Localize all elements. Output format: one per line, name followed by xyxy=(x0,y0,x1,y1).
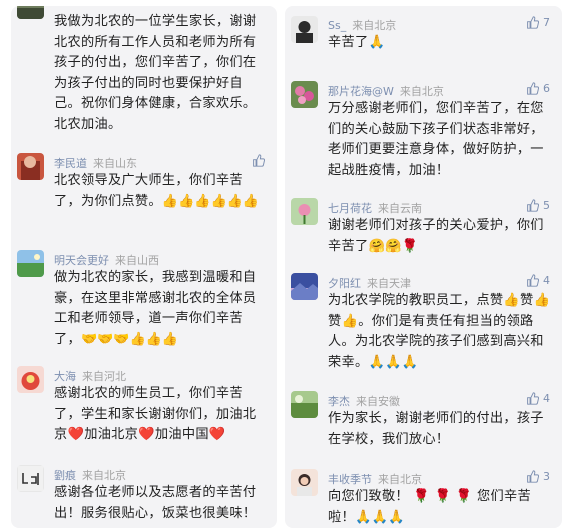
like-button[interactable]: 4 xyxy=(526,392,550,405)
like-button[interactable]: 5 xyxy=(526,199,550,212)
like-button[interactable]: 3 xyxy=(526,470,550,483)
avatar[interactable] xyxy=(291,273,318,300)
comment-text: 感谢北农的师生员工，你们辛苦了，学生和家长谢谢你们，加油北京❤️加油北京❤️加油… xyxy=(54,386,257,442)
author-name[interactable]: Ss_ xyxy=(328,19,346,32)
comment-text: 辛苦了🙏 xyxy=(328,35,386,50)
avatar[interactable] xyxy=(17,465,44,492)
like-button[interactable]: 7 xyxy=(526,16,550,29)
emoji-group: 👍👍👍👍👍👍 xyxy=(161,193,260,209)
author-location: 来自北京 xyxy=(82,469,126,482)
avatar[interactable] xyxy=(17,153,44,180)
thumb-up-icon xyxy=(527,16,539,29)
like-count: 7 xyxy=(543,16,550,29)
comment-text: 谢谢老师们对孩子的关心爱护，你们辛苦了🤗🤗🌹 xyxy=(328,218,544,254)
avatar[interactable] xyxy=(291,469,318,496)
author-location: 来自云南 xyxy=(378,202,422,215)
comment-text: 万分感谢老师们，您们辛苦了，在您们的关心鼓励下孩子们状态非常好，老师们更要注意身… xyxy=(328,101,544,178)
author-name[interactable]: 劉痕 xyxy=(54,469,76,482)
comment-text: 感谢各位老师以及志愿者的辛苦付出！服务很贴心，饭菜也很美味！ xyxy=(54,485,257,521)
comment-column-right: Ss_ 来自北京 7 辛苦了🙏 那片花海@W 来自北京 6 万分感谢老师们，您们辛苦… xyxy=(285,6,562,528)
author-name[interactable]: 丰收季节 xyxy=(328,473,372,486)
author-location: 来自北京 xyxy=(399,85,444,98)
emoji-group: 🤝🤝🤝👍👍👍 xyxy=(80,331,179,347)
author-location: 来自山东 xyxy=(93,157,137,170)
thumb-up-icon xyxy=(253,154,265,167)
thumb-up-icon xyxy=(527,82,539,95)
thumb-up-icon xyxy=(527,199,539,212)
comment-text: 作为家长，谢谢老师们的付出，孩子在学校，我们放心！ xyxy=(328,411,544,447)
author-name[interactable]: 那片花海@W xyxy=(328,85,394,98)
comment-author[interactable]: 七月荷花 来自云南 xyxy=(328,200,422,216)
comment-text: 向您们致敬！ 🌹 🌹 🌹 您们辛苦啦！🙏🙏🙏 xyxy=(328,489,532,525)
author-name[interactable]: 大海 xyxy=(54,370,76,383)
comment-author[interactable]: 劉痕 来自北京 xyxy=(54,467,126,483)
author-name[interactable]: 七月荷花 xyxy=(328,202,372,215)
author-name[interactable]: 李民道 xyxy=(54,157,87,170)
avatar[interactable] xyxy=(291,198,318,225)
comment-text: 做为北农的家长，我感到温暖和自豪，在这里非常感谢北农的全体员工和老师领导，道一声… xyxy=(54,270,257,347)
like-count: 4 xyxy=(543,274,550,287)
comment-text: 我做为北农的一位学生家长，谢谢北农的所有工作人员和老师为所有孩子的付出，您们辛苦… xyxy=(54,14,257,132)
avatar[interactable] xyxy=(17,250,44,277)
like-button[interactable] xyxy=(252,154,265,167)
avatar[interactable] xyxy=(291,391,318,418)
thumb-up-icon xyxy=(527,470,539,483)
author-location: 来自天津 xyxy=(367,277,411,290)
comment-author[interactable]: 那片花海@W 来自北京 xyxy=(328,83,444,99)
thumb-up-icon xyxy=(527,392,539,405)
like-button[interactable]: 4 xyxy=(526,274,550,287)
thumb-up-icon xyxy=(527,274,539,287)
avatar[interactable] xyxy=(17,366,44,393)
avatar[interactable] xyxy=(291,16,318,43)
like-count: 6 xyxy=(543,82,550,95)
author-location: 来自山西 xyxy=(115,254,159,267)
like-button[interactable]: 6 xyxy=(526,82,550,95)
comment-column-left: 我做为北农的一位学生家长，谢谢北农的所有工作人员和老师为所有孩子的付出，您们辛苦… xyxy=(11,6,277,528)
comment-author[interactable]: 李民道 来自山东 xyxy=(54,155,137,171)
comment-author[interactable]: 明天会更好 来自山西 xyxy=(54,252,159,268)
author-name[interactable]: 明天会更好 xyxy=(54,254,109,267)
comment-author[interactable]: 大海 来自河北 xyxy=(54,368,126,384)
author-location: 来自河北 xyxy=(82,370,126,383)
author-location: 来自北京 xyxy=(378,473,422,486)
like-count: 4 xyxy=(543,392,550,405)
comment-author[interactable]: Ss_ 来自北京 xyxy=(328,17,396,33)
comment-text: 为北农学院的教职员工，点赞👍赞👍赞👍。你们是有责任有担当的领路人。为北农学院的孩… xyxy=(328,293,551,370)
like-count: 5 xyxy=(543,199,550,212)
comment-text: 北农领导及广大师生，你们辛苦了，为你们点赞。👍👍👍👍👍👍 xyxy=(54,173,260,209)
comment-author[interactable]: 丰收季节 来自北京 xyxy=(328,471,422,487)
author-location: 来自安徽 xyxy=(356,395,400,408)
like-count: 3 xyxy=(543,470,550,483)
avatar[interactable] xyxy=(17,6,44,19)
comment-author[interactable]: 夕阳红 来自天津 xyxy=(328,275,411,291)
author-location: 来自北京 xyxy=(352,19,397,32)
author-name[interactable]: 李杰 xyxy=(328,395,350,408)
comment-author[interactable]: 李杰 来自安徽 xyxy=(328,393,400,409)
avatar[interactable] xyxy=(291,81,318,108)
author-name[interactable]: 夕阳红 xyxy=(328,277,361,290)
